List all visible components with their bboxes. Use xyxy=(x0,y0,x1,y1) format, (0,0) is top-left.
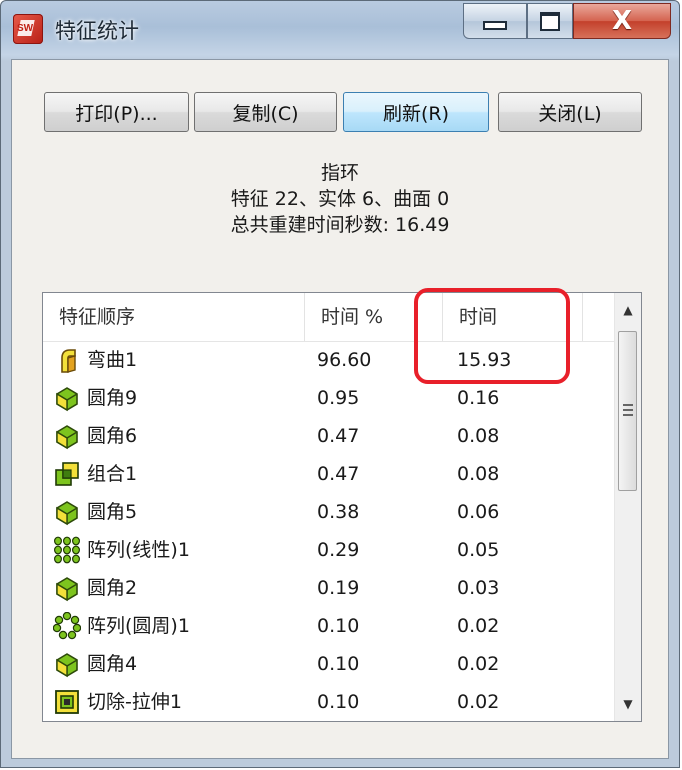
feature-name-cell: 组合1 xyxy=(87,463,138,485)
feature-name-cell: 切除-拉伸1 xyxy=(87,691,182,713)
feature-name-cell: 阵列(圆周)1 xyxy=(87,615,190,637)
time-cell: 0.06 xyxy=(457,501,500,523)
linear-pattern-icon xyxy=(53,536,81,564)
maximize-icon xyxy=(540,11,560,31)
title-bar[interactable]: 特征统计 X xyxy=(1,1,679,57)
time-percent-cell: 0.10 xyxy=(317,653,360,675)
time-cell: 0.16 xyxy=(457,387,500,409)
column-header-feature-order[interactable]: 特征顺序 xyxy=(43,293,305,341)
time-percent-cell: 0.19 xyxy=(317,577,360,599)
minimize-icon xyxy=(483,20,507,30)
time-percent-cell: 0.10 xyxy=(317,691,360,713)
scroll-down-button[interactable]: ▼ xyxy=(615,687,641,721)
close-icon: X xyxy=(611,6,633,36)
feature-name-cell: 圆角6 xyxy=(87,425,138,447)
time-percent-cell: 96.60 xyxy=(317,349,372,371)
total-rebuild-time: 总共重建时间秒数: 16.49 xyxy=(230,214,450,236)
window-title: 特征统计 xyxy=(55,19,139,43)
close-window-button[interactable]: X xyxy=(573,3,671,39)
copy-button[interactable]: 复制(C) xyxy=(194,92,337,132)
time-cell: 0.05 xyxy=(457,539,500,561)
fillet-icon xyxy=(53,650,81,678)
circular-pattern-icon xyxy=(52,611,82,640)
solidworks-app-icon xyxy=(13,14,43,44)
table-row[interactable]: 圆角9 0.95 0.16 xyxy=(43,379,615,417)
time-cell: 0.08 xyxy=(457,463,500,485)
feature-name-cell: 圆角2 xyxy=(87,577,138,599)
time-cell: 0.03 xyxy=(457,577,500,599)
time-cell: 0.02 xyxy=(457,615,500,637)
dialog-body: 打印(P)... 复制(C) 刷新(R) 关闭(L) 指环 特征 22、实体 6… xyxy=(11,59,669,759)
time-percent-cell: 0.47 xyxy=(317,425,360,447)
feature-name-cell: 圆角5 xyxy=(87,501,138,523)
table-row[interactable]: 阵列(线性)1 0.29 0.05 xyxy=(43,531,615,569)
feature-name-cell: 阵列(线性)1 xyxy=(87,539,190,561)
grip-icon xyxy=(623,404,633,416)
feature-statistics-window: 特征统计 X 打印(P)... 复制(C) 刷新(R) 关闭(L) 指环 特征 … xyxy=(0,0,680,768)
close-dialog-button[interactable]: 关闭(L) xyxy=(498,92,642,132)
scroll-thumb[interactable] xyxy=(618,331,637,491)
summary-panel: 指环 特征 22、实体 6、曲面 0 总共重建时间秒数: 16.49 xyxy=(12,160,668,238)
table-row[interactable]: 圆角6 0.47 0.08 xyxy=(43,417,615,455)
print-button[interactable]: 打印(P)... xyxy=(44,92,189,132)
feature-counts: 特征 22、实体 6、曲面 0 xyxy=(230,188,450,210)
table-row[interactable]: 圆角5 0.38 0.06 xyxy=(43,493,615,531)
time-percent-cell: 0.29 xyxy=(317,539,360,561)
fillet-icon xyxy=(53,384,81,412)
maximize-button[interactable] xyxy=(527,3,573,39)
fillet-icon xyxy=(53,574,81,602)
time-percent-cell: 0.38 xyxy=(317,501,360,523)
fillet-icon xyxy=(53,422,81,450)
time-highlight-annotation xyxy=(414,288,570,384)
scroll-up-button[interactable]: ▲ xyxy=(615,293,641,327)
vertical-scrollbar[interactable]: ▲ ▼ xyxy=(614,293,641,721)
flex-feature-icon xyxy=(53,346,81,374)
time-cell: 0.02 xyxy=(457,691,500,713)
table-row[interactable]: 圆角2 0.19 0.03 xyxy=(43,569,615,607)
time-percent-cell: 0.95 xyxy=(317,387,360,409)
time-cell: 0.02 xyxy=(457,653,500,675)
refresh-button[interactable]: 刷新(R) xyxy=(343,92,489,132)
fillet-icon xyxy=(53,498,81,526)
table-row[interactable]: 圆角4 0.10 0.02 xyxy=(43,645,615,683)
feature-name-cell: 圆角4 xyxy=(87,653,138,675)
time-percent-cell: 0.47 xyxy=(317,463,360,485)
time-cell: 0.08 xyxy=(457,425,500,447)
chevron-down-icon: ▼ xyxy=(623,697,633,711)
table-row[interactable]: 阵列(圆周)1 0.10 0.02 xyxy=(43,607,615,645)
time-percent-cell: 0.10 xyxy=(317,615,360,637)
combine-icon xyxy=(53,460,81,488)
table-row[interactable]: 组合1 0.47 0.08 xyxy=(43,455,615,493)
minimize-button[interactable] xyxy=(463,3,527,39)
table-row[interactable]: 切除-拉伸1 0.10 0.02 xyxy=(43,683,615,721)
part-name: 指环 xyxy=(320,162,359,184)
feature-name-cell: 圆角9 xyxy=(87,387,138,409)
extruded-cut-icon xyxy=(53,688,81,716)
feature-name-cell: 弯曲1 xyxy=(87,349,138,371)
chevron-up-icon: ▲ xyxy=(623,303,633,317)
